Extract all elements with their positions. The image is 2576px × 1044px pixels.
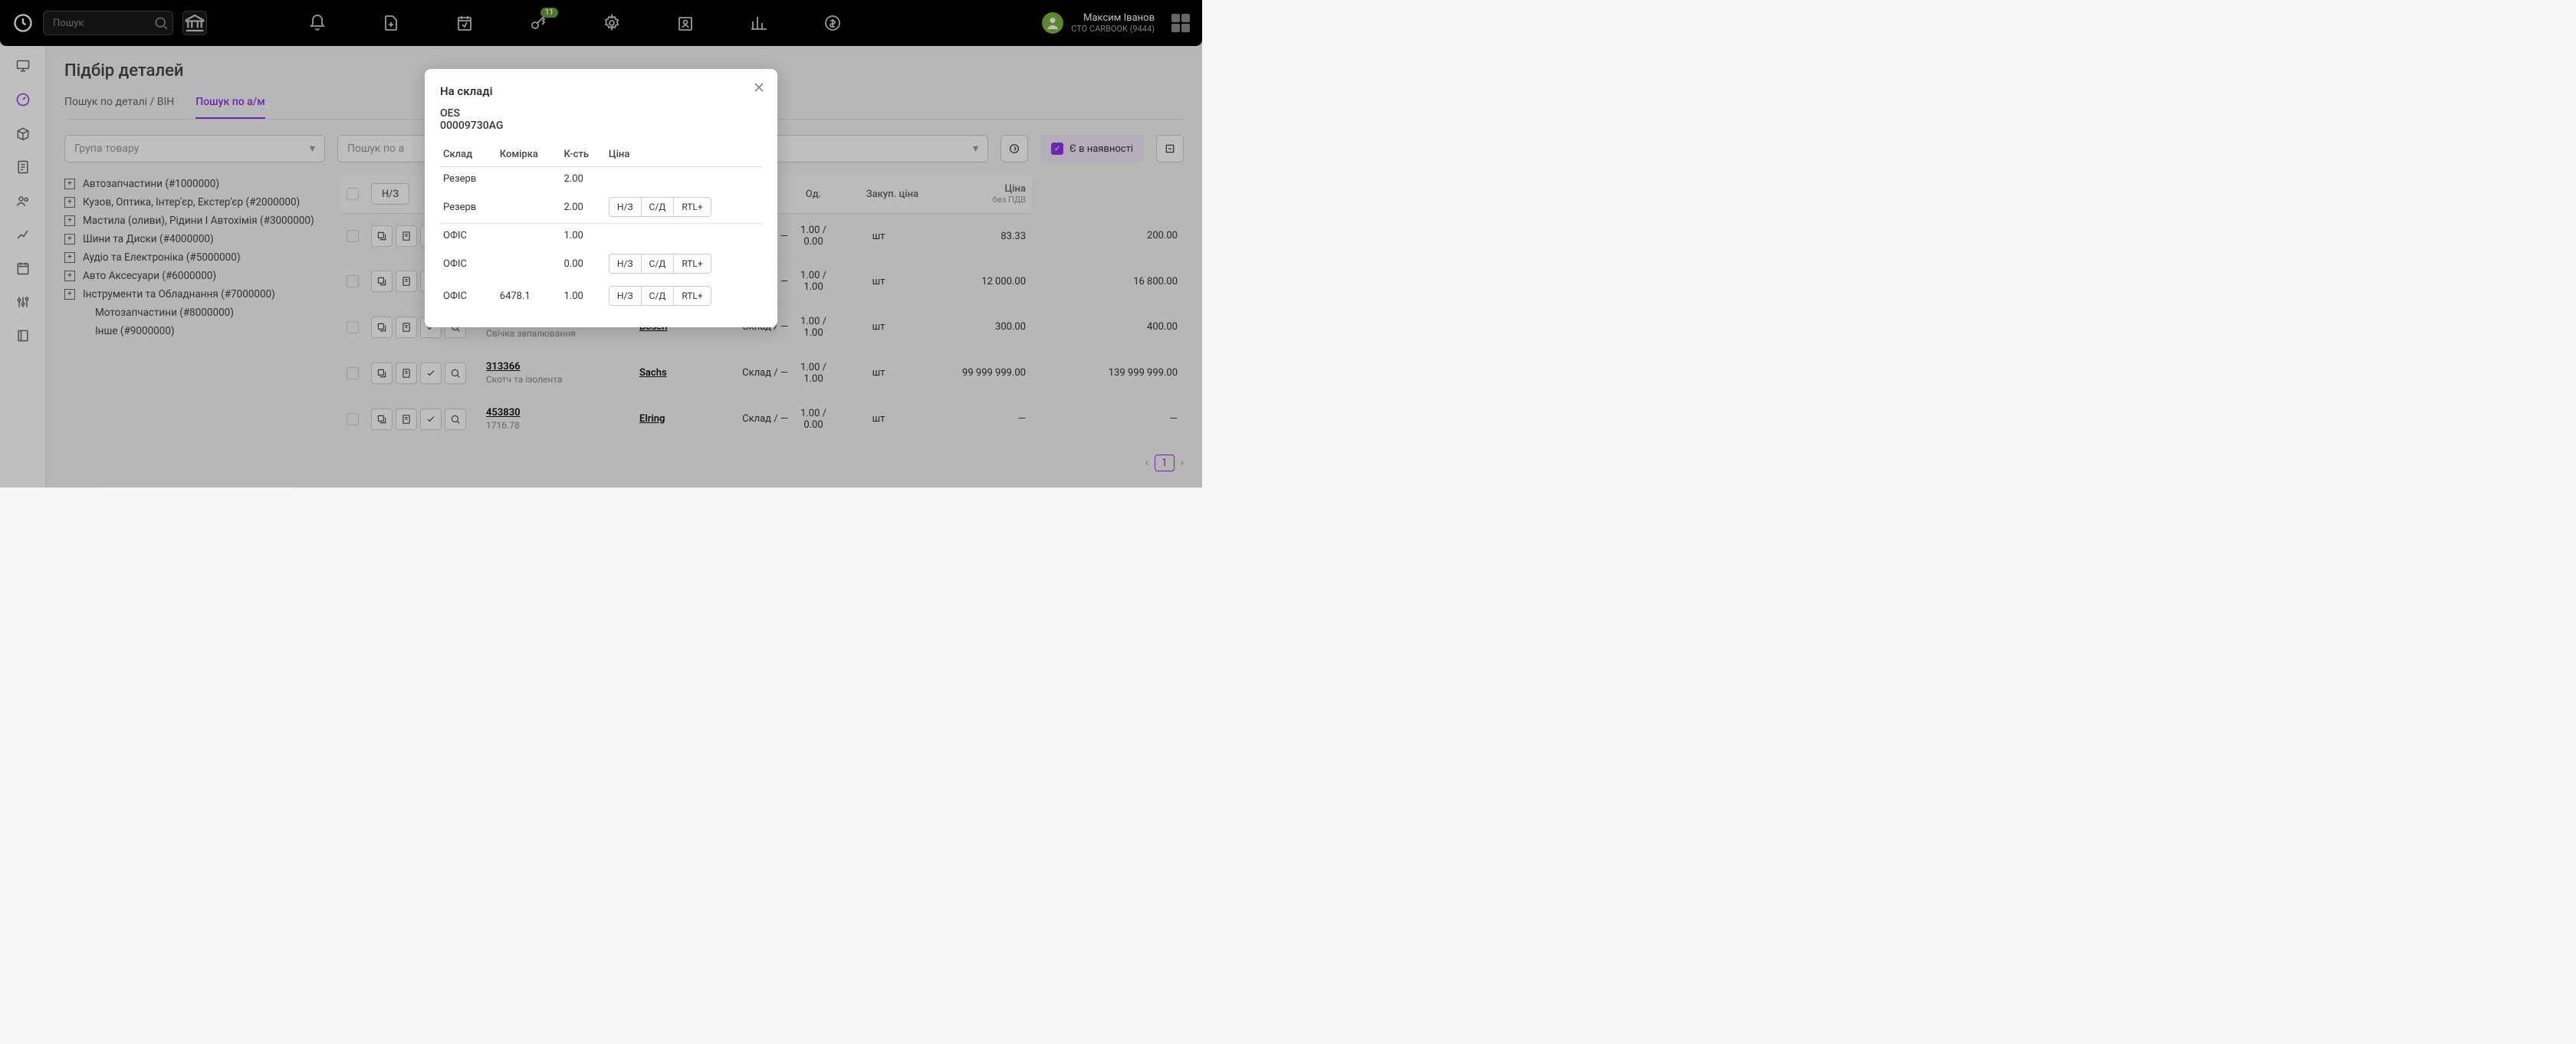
btn-sd[interactable]: С/Д (642, 254, 675, 274)
mc-qty: 2.00 (560, 191, 605, 224)
modal-row: ОФІС 1.00 (440, 224, 762, 248)
mc-qty: 1.00 (560, 224, 605, 248)
modal-brand: OES (440, 107, 762, 120)
mc-qty: 0.00 (560, 248, 605, 280)
mc-price (606, 167, 762, 192)
mth-qty: К-сть (560, 143, 605, 167)
modal-row: ОФІС6478.11.00Н/ЗС/ДRTL+ (440, 280, 762, 312)
mth-price: Ціна (606, 143, 762, 167)
btn-rtl[interactable]: RTL+ (674, 197, 711, 217)
btn-rtl[interactable]: RTL+ (674, 254, 711, 274)
mth-cell: Комірка (497, 143, 561, 167)
btn-group: Н/ЗС/ДRTL+ (609, 197, 759, 217)
mc-cell (497, 224, 561, 248)
btn-nz[interactable]: Н/З (609, 197, 642, 217)
btn-sd[interactable]: С/Д (642, 286, 675, 306)
close-icon[interactable] (751, 80, 767, 95)
modal-row: Резерв 2.00 (440, 167, 762, 192)
mc-wh: Резерв (440, 191, 497, 224)
mc-cell: 6478.1 (497, 280, 561, 312)
mc-cell (497, 191, 561, 224)
mc-price (606, 224, 762, 248)
mc-qty: 1.00 (560, 280, 605, 312)
btn-sd[interactable]: С/Д (642, 197, 675, 217)
mc-wh: ОФІС (440, 224, 497, 248)
mc-price: Н/ЗС/ДRTL+ (606, 280, 762, 312)
mc-qty: 2.00 (560, 167, 605, 192)
btn-group: Н/ЗС/ДRTL+ (609, 254, 759, 274)
modal-table: Склад Комірка К-сть Ціна Резерв2.00Резер… (440, 143, 762, 312)
mc-price: Н/ЗС/ДRTL+ (606, 191, 762, 224)
modal-row: ОФІС 0.00Н/ЗС/ДRTL+ (440, 248, 762, 280)
mc-wh: ОФІС (440, 248, 497, 280)
modal-row: Резерв 2.00Н/ЗС/ДRTL+ (440, 191, 762, 224)
btn-group: Н/ЗС/ДRTL+ (609, 286, 759, 306)
mc-cell (497, 248, 561, 280)
btn-nz[interactable]: Н/З (609, 254, 642, 274)
btn-rtl[interactable]: RTL+ (674, 286, 711, 306)
mc-price: Н/ЗС/ДRTL+ (606, 248, 762, 280)
modal-overlay[interactable]: На складі OES 00009730AG Склад Комірка К… (0, 0, 1202, 488)
btn-nz[interactable]: Н/З (609, 286, 642, 306)
mc-wh: ОФІС (440, 280, 497, 312)
mc-wh: Резерв (440, 167, 497, 192)
modal-code: 00009730AG (440, 120, 762, 132)
mth-wh: Склад (440, 143, 497, 167)
modal: На складі OES 00009730AG Склад Комірка К… (425, 69, 777, 327)
mc-cell (497, 167, 561, 192)
modal-title: На складі (440, 84, 762, 98)
